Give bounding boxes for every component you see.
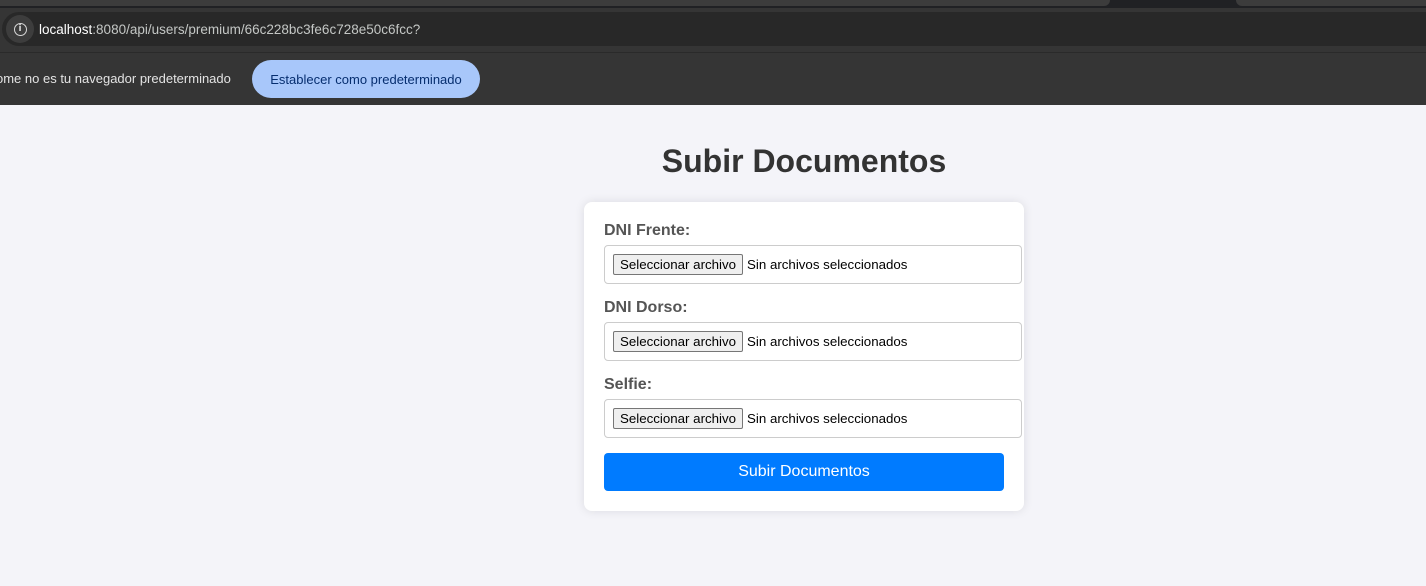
url-path: :8080/api/users/premium/66c228bc3fe6c728… — [92, 21, 421, 37]
dni-frente-file-input[interactable]: Seleccionar archivo Sin archivos selecci… — [604, 245, 1022, 284]
dni-dorso-file-status: Sin archivos seleccionados — [747, 334, 908, 349]
infobar-message: ome no es tu navegador predeterminado — [0, 71, 231, 86]
dni-frente-file-status: Sin archivos seleccionados — [747, 257, 908, 272]
default-browser-infobar: ome no es tu navegador predeterminado Es… — [0, 52, 1426, 105]
page-title: Subir Documentos — [661, 143, 947, 179]
dni-frente-select-file-button[interactable]: Seleccionar archivo — [613, 254, 744, 275]
tab-strip — [0, 0, 1426, 8]
site-info-icon[interactable]: i — [6, 15, 34, 43]
submit-documents-button[interactable]: Subir Documentos — [604, 453, 1004, 491]
browser-tab[interactable] — [0, 0, 1110, 6]
url-text[interactable]: localhost:8080/api/users/premium/66c228b… — [39, 22, 420, 37]
selfie-label: Selfie: — [604, 376, 653, 393]
dni-frente-label: DNI Frente: — [604, 222, 691, 239]
dni-dorso-select-file-button[interactable]: Seleccionar archivo — [613, 331, 744, 352]
browser-toolbar: i localhost:8080/api/users/premium/66c22… — [0, 8, 1426, 52]
url-host: localhost — [39, 21, 93, 37]
selfie-select-file-button[interactable]: Seleccionar archivo — [613, 408, 744, 429]
dni-dorso-file-input[interactable]: Seleccionar archivo Sin archivos selecci… — [604, 322, 1022, 361]
selfie-file-status: Sin archivos seleccionados — [747, 411, 908, 426]
selfie-file-input[interactable]: Seleccionar archivo Sin archivos selecci… — [604, 399, 1022, 438]
dni-dorso-label: DNI Dorso: — [604, 299, 688, 316]
set-default-button[interactable]: Establecer como predeterminado — [252, 60, 480, 98]
browser-tab[interactable] — [1236, 0, 1426, 6]
address-bar[interactable]: i localhost:8080/api/users/premium/66c22… — [2, 12, 1426, 46]
upload-form: DNI Frente: Seleccionar archivo Sin arch… — [584, 202, 1024, 511]
